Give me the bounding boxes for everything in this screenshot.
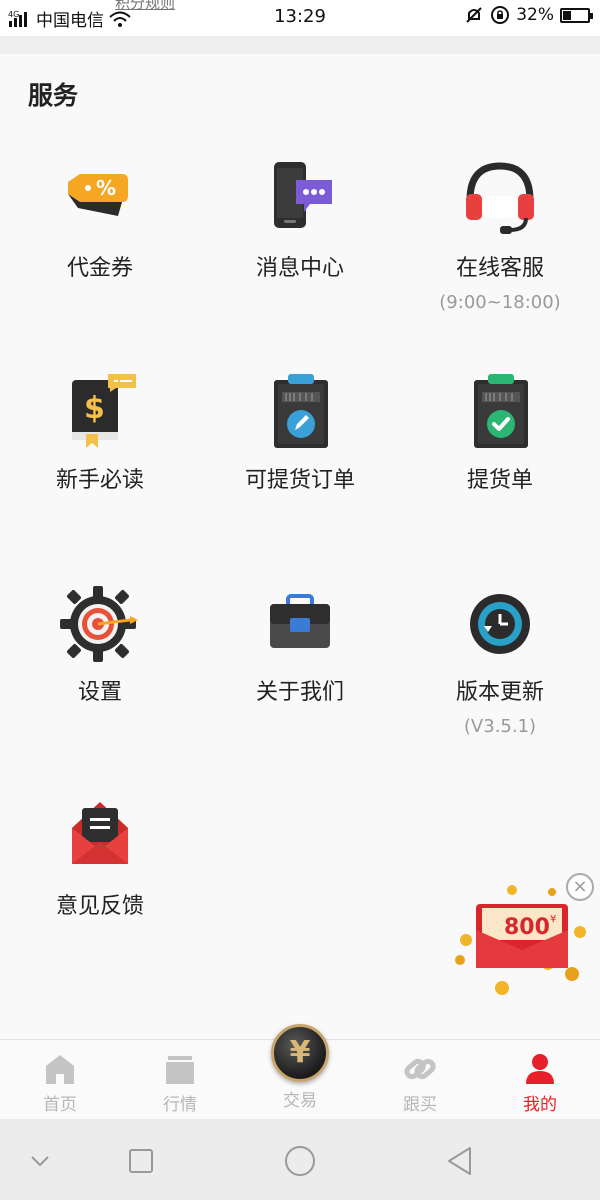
service-item-about-us[interactable]: 关于我们 [200,584,400,706]
back-button[interactable] [440,1141,480,1181]
rotation-lock-icon [491,6,510,24]
headset-icon [460,160,540,240]
header-divider [0,36,600,54]
service-label: 提货单 [466,468,533,493]
tab-market[interactable]: 行情 [120,1040,240,1120]
message-center-icon [260,160,340,240]
coupon-icon: % [60,160,140,240]
system-nav-bar [0,1119,600,1200]
chevron-down-icon[interactable] [20,1141,60,1181]
home-button[interactable] [280,1141,320,1181]
service-label: 可提货订单 [244,468,355,493]
pickup-list-clipboard-icon [460,372,540,452]
tab-label: 跟买 [403,1095,437,1115]
tab-trade-label: 交易 [283,1091,317,1111]
service-label: 新手必读 [55,468,144,493]
section-title: 服务 [28,81,79,110]
service-item-message-center[interactable]: 消息中心 [200,160,400,282]
pickup-order-clipboard-icon [260,372,340,452]
recent-apps-button[interactable] [121,1141,161,1181]
svg-text:$: $ [84,391,105,426]
tab-follow-buy[interactable]: 跟买 [360,1040,480,1120]
svg-text:%: % [96,176,116,200]
market-icon [160,1052,200,1086]
service-label: 代金券 [66,256,133,281]
user-profile-icon [520,1052,560,1086]
tab-home[interactable]: 首页 [0,1040,120,1120]
mute-icon [466,7,482,23]
tab-label: 我的 [523,1095,557,1115]
service-item-pickup-orders[interactable]: 可提货订单 [200,372,400,494]
ad-currency: ¥ [550,914,556,925]
feedback-envelope-icon [60,798,140,878]
service-item-online-support[interactable]: 在线客服 (9:00~18:00) [400,160,600,313]
trade-yuan-button[interactable]: ¥ [271,1024,329,1082]
service-item-settings[interactable]: 设置 [0,584,200,706]
briefcase-icon [260,584,340,664]
chain-link-icon [400,1052,440,1086]
service-label: 在线客服 [455,256,544,281]
battery-icon [560,7,593,23]
service-item-feedback[interactable]: 意见反馈 [0,798,200,920]
service-item-coupon[interactable]: % 代金券 [0,160,200,282]
home-icon [40,1052,80,1086]
ad-amount: 800 [504,915,550,940]
service-item-version-update[interactable]: 版本更新 (V3.5.1) [400,584,600,737]
beginner-guide-icon: $ [60,372,140,452]
status-right: 32% [464,5,593,25]
service-label: 消息中心 [255,256,344,281]
service-label: 版本更新 [455,680,544,705]
settings-gear-icon [60,584,140,664]
service-item-beginner-guide[interactable]: $ 新手必读 [0,372,200,494]
service-label: 设置 [77,680,122,705]
tab-label: 行情 [163,1095,197,1115]
clock-update-icon [460,584,540,664]
service-label: 意见反馈 [55,894,144,919]
version-number: (V3.5.1) [463,716,537,737]
close-ad-button[interactable]: × [566,873,594,901]
service-item-pickup-list[interactable]: 提货单 [400,372,600,494]
battery-percent: 32% [516,5,554,25]
tab-mine[interactable]: 我的 [480,1040,600,1120]
tab-label: 首页 [43,1095,77,1115]
service-hours: (9:00~18:00) [439,292,561,313]
status-bar: 4G 中国电信 积分规则 13:29 32% [0,0,600,36]
service-label: 关于我们 [255,680,344,705]
